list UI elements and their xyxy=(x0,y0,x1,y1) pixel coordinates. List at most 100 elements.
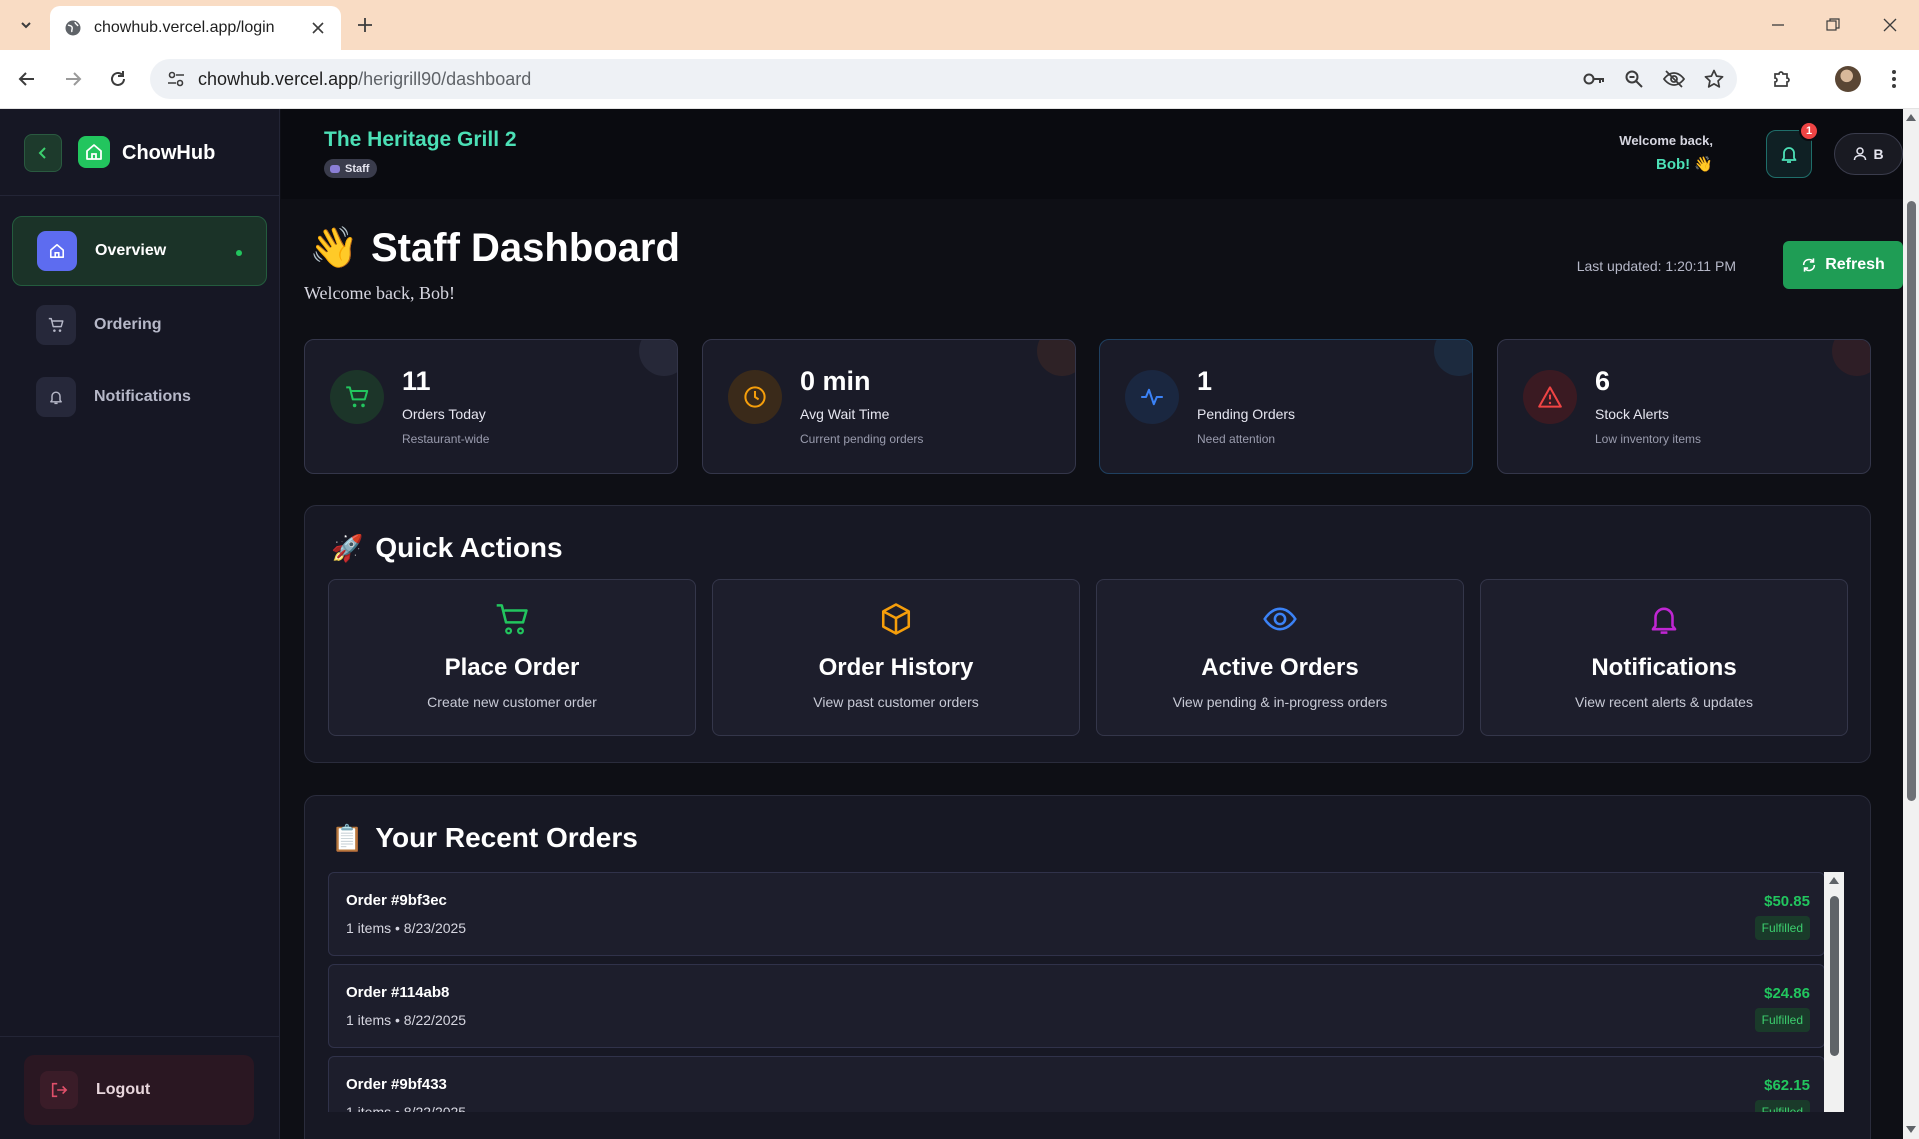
sidebar-item-overview[interactable]: Overview xyxy=(12,216,267,286)
notifications-action-button[interactable]: Notifications View recent alerts & updat… xyxy=(1480,579,1848,736)
scroll-up-arrow-icon[interactable] xyxy=(1829,877,1839,884)
sidebar-item-label: Notifications xyxy=(94,388,191,405)
decorative-blob xyxy=(1832,340,1870,376)
sidebar-item-label: Ordering xyxy=(94,316,162,333)
user-menu-button[interactable]: B xyxy=(1834,133,1903,175)
active-orders-button[interactable]: Active Orders View pending & in-progress… xyxy=(1096,579,1464,736)
home-icon xyxy=(37,231,77,271)
minimize-icon xyxy=(1772,24,1784,26)
star-icon[interactable] xyxy=(1699,65,1729,93)
scroll-up-arrow-icon[interactable] xyxy=(1906,114,1916,121)
order-id: Order #9bf3ec xyxy=(346,892,447,909)
stat-card-stock-alerts: 6 Stock Alerts Low inventory items xyxy=(1497,339,1871,474)
clipboard-emoji: 📋 xyxy=(331,822,364,853)
action-title: Notifications xyxy=(1591,654,1737,681)
notifications-button[interactable]: 1 xyxy=(1766,121,1819,178)
new-tab-button[interactable] xyxy=(352,12,378,38)
sidebar: ChowHub Overview Ordering Notifications xyxy=(0,109,280,1139)
stat-label: Stock Alerts xyxy=(1595,406,1669,422)
arrow-left-icon xyxy=(18,72,34,86)
collapse-sidebar-button[interactable] xyxy=(24,134,62,172)
activity-icon xyxy=(1125,370,1179,424)
stat-sublabel: Low inventory items xyxy=(1595,432,1702,446)
home-icon xyxy=(86,144,102,160)
url-host: chowhub.vercel.app xyxy=(198,68,359,89)
logout-icon xyxy=(40,1071,78,1109)
cart-icon xyxy=(330,370,384,424)
browser-menu-button[interactable] xyxy=(1878,63,1910,95)
stat-sublabel: Restaurant-wide xyxy=(402,432,490,446)
user-initial: B xyxy=(1873,146,1884,162)
role-badge-label: Staff xyxy=(345,162,370,175)
order-total: $62.15 xyxy=(1764,1077,1810,1094)
key-icon[interactable] xyxy=(1579,65,1609,93)
sidebar-item-ordering[interactable]: Ordering xyxy=(12,290,267,360)
welcome-message: Welcome back, Bob! 👋 xyxy=(1619,133,1713,173)
role-badge: Staff xyxy=(324,159,378,178)
close-icon xyxy=(1883,18,1897,32)
minimize-button[interactable] xyxy=(1763,10,1793,40)
page-scrollbar-thumb[interactable] xyxy=(1907,201,1916,801)
extensions-button[interactable] xyxy=(1766,63,1798,95)
brand-name: ChowHub xyxy=(122,142,216,164)
orders-scrollbar-thumb[interactable] xyxy=(1830,896,1839,1056)
sidebar-item-notifications[interactable]: Notifications xyxy=(12,362,267,432)
action-description: View pending & in-progress orders xyxy=(1172,694,1388,710)
profile-button[interactable] xyxy=(1832,63,1864,95)
stat-card-pending-orders: 1 Pending Orders Need attention xyxy=(1099,339,1473,474)
order-history-button[interactable]: Order History View past customer orders xyxy=(712,579,1080,736)
stat-label: Avg Wait Time xyxy=(800,406,890,422)
browser-tab[interactable]: chowhub.vercel.app/login xyxy=(50,6,341,50)
bell-icon xyxy=(1781,147,1797,163)
logout-button[interactable]: Logout xyxy=(24,1055,254,1125)
clock-icon xyxy=(728,370,782,424)
order-meta: 1 items • 8/22/2025 xyxy=(346,1104,467,1112)
url-path: /herigrill90/dashboard xyxy=(358,68,532,89)
orders-scrollbar[interactable] xyxy=(1824,872,1844,1112)
sidebar-header: ChowHub xyxy=(0,109,280,196)
place-order-button[interactable]: Place Order Create new customer order xyxy=(328,579,696,736)
browser-tab-strip: chowhub.vercel.app/login xyxy=(0,0,1919,50)
decorative-blob xyxy=(639,340,677,376)
page-scrollbar[interactable] xyxy=(1903,109,1919,1139)
order-row[interactable]: Order #114ab8 1 items • 8/22/2025 $24.86… xyxy=(328,964,1825,1048)
last-updated-text: Last updated: 1:20:11 PM xyxy=(1576,258,1736,274)
profile-avatar xyxy=(1835,66,1861,92)
stat-card-avg-wait: 0 min Avg Wait Time Current pending orde… xyxy=(702,339,1076,474)
order-row[interactable]: Order #9bf433 1 items • 8/22/2025 $62.15… xyxy=(328,1056,1825,1112)
decorative-blob xyxy=(1434,340,1472,376)
bell-icon xyxy=(1651,607,1677,634)
site-info-icon[interactable] xyxy=(164,67,188,91)
waving-hand-emoji: 👋 xyxy=(309,226,359,270)
section-heading: Quick Actions xyxy=(375,532,563,563)
restore-button[interactable] xyxy=(1818,10,1848,40)
decorative-blob xyxy=(1037,340,1075,376)
reload-button[interactable] xyxy=(103,64,133,94)
address-bar[interactable]: chowhub.vercel.app/herigrill90/dashboard xyxy=(150,59,1737,99)
app-root: ChowHub Overview Ordering Notifications xyxy=(0,109,1919,1139)
stat-sublabel: Need attention xyxy=(1197,432,1276,446)
close-tab-icon[interactable] xyxy=(307,17,329,39)
plus-icon xyxy=(358,18,372,32)
address-bar-actions xyxy=(1579,65,1729,93)
action-description: View past customer orders xyxy=(813,694,979,710)
sidebar-footer: Logout xyxy=(0,1036,280,1139)
forward-button[interactable] xyxy=(58,64,88,94)
logout-label: Logout xyxy=(96,1081,151,1098)
refresh-button[interactable]: Refresh xyxy=(1783,241,1903,289)
order-id: Order #9bf433 xyxy=(346,1076,447,1093)
eye-off-icon[interactable] xyxy=(1659,65,1689,93)
box-icon xyxy=(881,603,911,635)
alert-triangle-icon xyxy=(1523,370,1577,424)
scroll-down-arrow-icon[interactable] xyxy=(1906,1126,1916,1133)
stat-value: 0 min xyxy=(800,366,871,396)
back-button[interactable] xyxy=(12,64,42,94)
zoom-icon[interactable] xyxy=(1619,65,1649,93)
tab-search-button[interactable] xyxy=(12,11,40,39)
action-title: Place Order xyxy=(444,654,580,681)
close-window-button[interactable] xyxy=(1875,10,1905,40)
stat-label: Orders Today xyxy=(402,406,486,422)
stat-card-orders-today: 11 Orders Today Restaurant-wide xyxy=(304,339,678,474)
order-row[interactable]: Order #9bf3ec 1 items • 8/23/2025 $50.85… xyxy=(328,872,1825,956)
recent-orders-title: 📋 Your Recent Orders xyxy=(331,822,638,854)
